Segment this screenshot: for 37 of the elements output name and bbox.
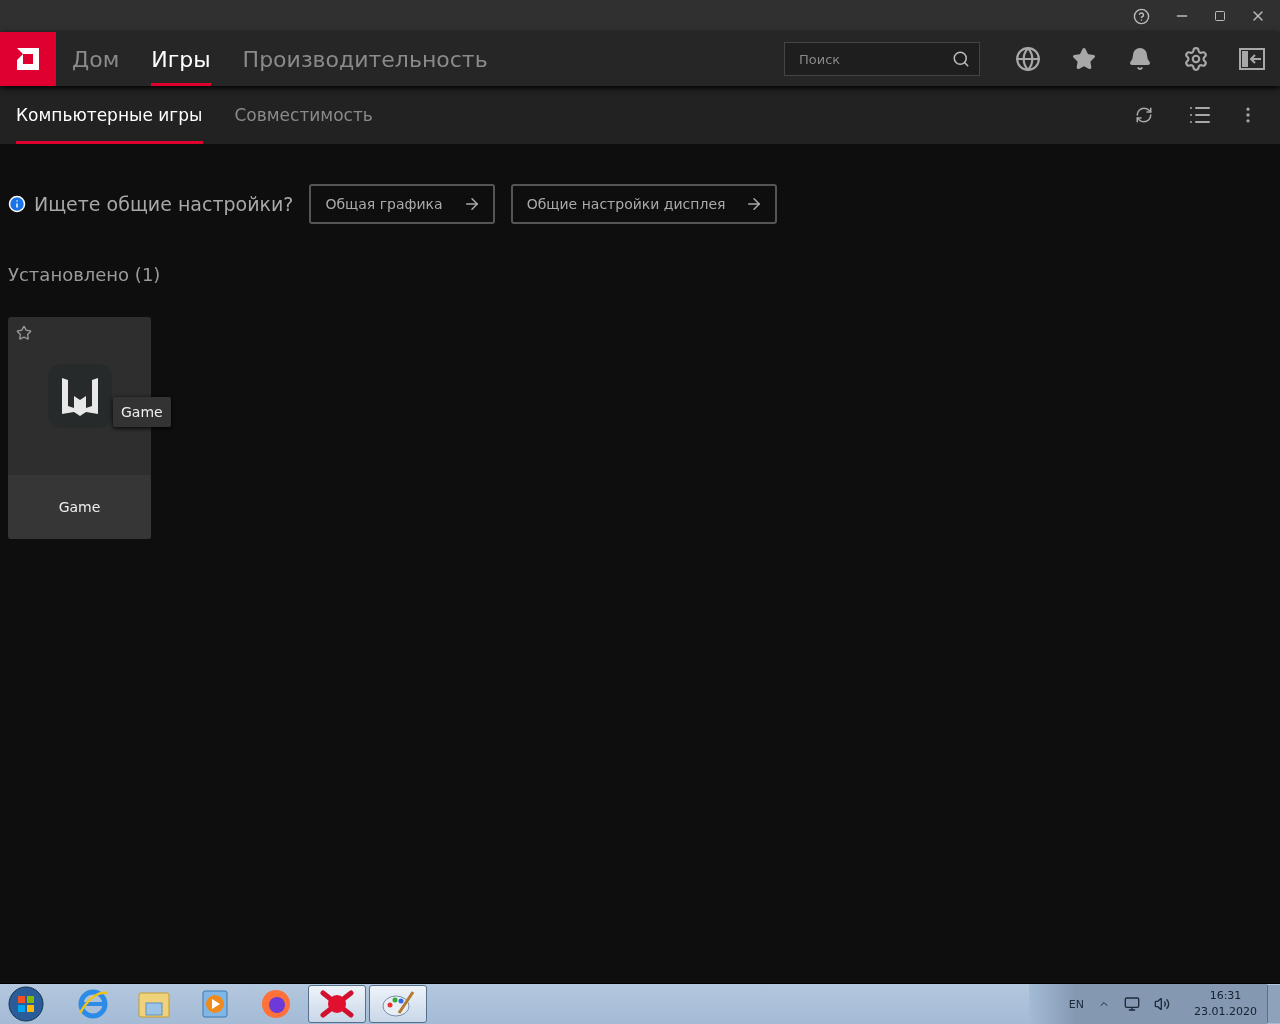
settings-link-button[interactable]: Общая графика bbox=[309, 184, 495, 224]
palette-icon bbox=[381, 989, 415, 1019]
nav-tab[interactable]: Производительность bbox=[242, 32, 488, 86]
taskbar-app-button[interactable] bbox=[308, 985, 366, 1023]
browser-icon bbox=[76, 987, 110, 1021]
favorite-star-icon[interactable] bbox=[16, 325, 32, 341]
clock[interactable]: 16:31 23.01.2020 bbox=[1194, 988, 1257, 1020]
app-icon bbox=[319, 989, 355, 1019]
logo[interactable] bbox=[0, 32, 56, 86]
info-icon bbox=[8, 195, 26, 213]
search-icon[interactable] bbox=[952, 50, 970, 68]
notifications-icon[interactable] bbox=[1128, 47, 1152, 71]
hint-text: Ищете общие настройки? bbox=[34, 193, 294, 215]
media-player-icon bbox=[201, 989, 229, 1019]
game-title: Game bbox=[8, 475, 151, 539]
exit-panel-icon[interactable] bbox=[1239, 48, 1265, 70]
nav-tab[interactable]: Дом bbox=[72, 32, 120, 86]
settings-link-button[interactable]: Общие настройки дисплея bbox=[510, 184, 778, 224]
settings-icon[interactable] bbox=[1183, 46, 1209, 72]
browser-icon bbox=[260, 988, 292, 1020]
search-field[interactable]: Поиск bbox=[784, 42, 980, 76]
help-icon[interactable] bbox=[1133, 7, 1150, 25]
network-icon[interactable] bbox=[1124, 996, 1140, 1012]
tooltip: Game bbox=[113, 397, 171, 427]
maximize-icon[interactable] bbox=[1214, 10, 1226, 22]
game-logo-icon bbox=[47, 364, 112, 428]
star-icon[interactable] bbox=[1072, 47, 1096, 71]
language-indicator[interactable]: EN bbox=[1068, 997, 1084, 1011]
start-button[interactable] bbox=[8, 986, 44, 1022]
taskbar-app-button[interactable] bbox=[369, 985, 427, 1023]
sub-tab[interactable]: Совместимость bbox=[234, 86, 373, 144]
section-heading: Установлено (1) bbox=[8, 264, 162, 285]
globe-icon[interactable] bbox=[1015, 46, 1041, 72]
refresh-icon[interactable] bbox=[1135, 106, 1153, 124]
sub-tab[interactable]: Компьютерные игры bbox=[16, 86, 203, 144]
folder-icon bbox=[137, 989, 171, 1019]
volume-icon[interactable] bbox=[1154, 996, 1170, 1012]
